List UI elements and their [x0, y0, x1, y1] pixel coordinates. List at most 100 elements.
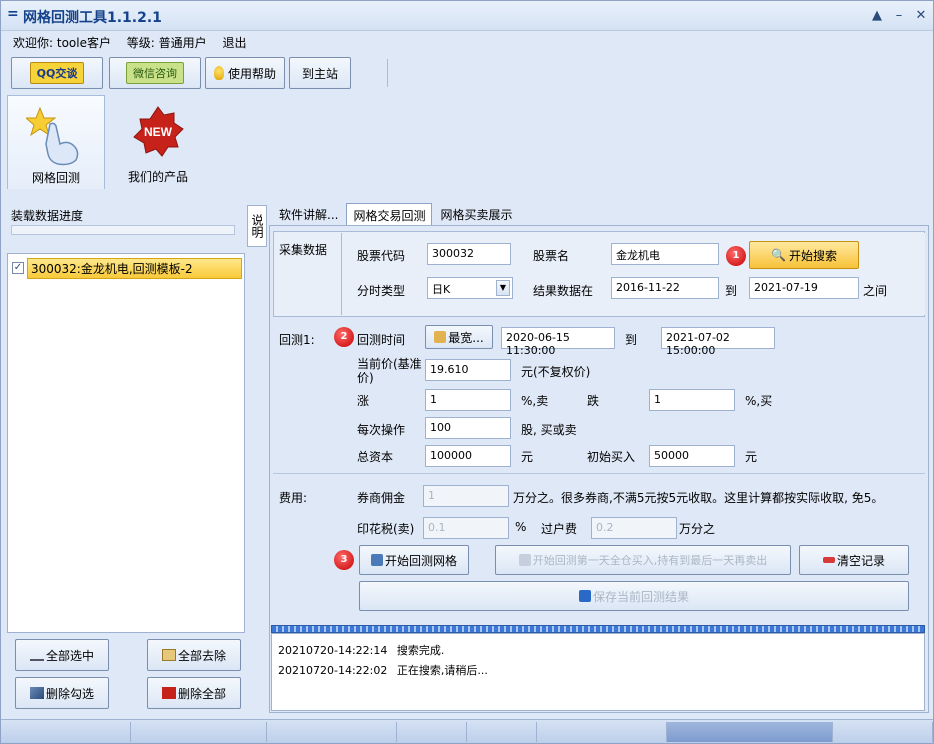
load-progress-bar: [11, 225, 235, 235]
wechat-consult-button[interactable]: 微信咨询: [109, 57, 201, 89]
save-results-button[interactable]: 保存当前回测结果: [359, 581, 909, 611]
collapse-icon[interactable]: ▲: [869, 8, 885, 24]
commission-input[interactable]: 1: [423, 485, 509, 507]
deselect-all-button[interactable]: 全部去除: [147, 639, 241, 671]
stamp-tax-unit: %: [515, 520, 527, 534]
tab-grid-trade-display[interactable]: 网格买卖展示: [434, 203, 518, 225]
list-item[interactable]: ✓ 300032:金龙机电,回测模板-2: [12, 257, 242, 279]
save-results-label: 保存当前回测结果: [592, 589, 689, 604]
status-cell: [833, 722, 933, 742]
commission-note: 万分之。很多券商,不满5元按5元收取。这里计算都按实际收取, 免5。: [513, 491, 884, 505]
window-title: 网格回测工具1.1.2.1: [23, 10, 162, 26]
range-end-input[interactable]: 2021-07-19: [749, 277, 859, 299]
start-backtest-button[interactable]: 开始回测网格: [359, 545, 469, 575]
start-search-button[interactable]: 🔍 开始搜索: [749, 241, 859, 269]
rise-input[interactable]: 1: [425, 389, 511, 411]
transfer-fee-label: 过户费: [541, 522, 578, 536]
help-button[interactable]: 使用帮助: [205, 57, 285, 89]
log-line: 20210720-14:22:02 正在搜索,请稍后...: [278, 662, 488, 678]
calendar-icon: [434, 331, 447, 343]
load-progress-label: 装载数据进度: [11, 209, 84, 223]
hand-pointer-icon: [24, 106, 79, 166]
item-checkbox[interactable]: ✓: [12, 262, 24, 274]
widest-range-button[interactable]: 最宽...: [425, 325, 493, 349]
list-item-label: 300032:金龙机电,回测模板-2: [27, 257, 242, 279]
rise-label: 涨: [357, 394, 370, 408]
qq-chat-button[interactable]: QQ交谈: [11, 57, 103, 89]
period-type-value: 日K: [432, 283, 451, 296]
delete-all-button[interactable]: 删除全部: [147, 677, 241, 709]
tab-software-intro[interactable]: 软件讲解...: [273, 203, 344, 225]
period-type-select[interactable]: 日K ▼: [427, 277, 513, 299]
backtest-end-input[interactable]: 2021-07-02 15:00:00: [661, 327, 775, 357]
log-progress-bar: [271, 625, 925, 633]
status-cell: [267, 722, 397, 742]
camera-icon: [370, 554, 383, 566]
system-menu-icon[interactable]: =: [7, 6, 19, 22]
total-capital-input[interactable]: 100000: [425, 445, 511, 467]
status-cell: [667, 722, 833, 742]
greeting-text: 欢迎你: toole客户: [13, 36, 111, 50]
per-operation-input[interactable]: 100: [425, 417, 511, 439]
status-cell: [397, 722, 467, 742]
total-capital-unit: 元: [521, 450, 534, 464]
user-level: 等级: 普通用户: [126, 36, 207, 50]
close-icon[interactable]: ✕: [913, 8, 929, 24]
log-time: 20210720-14:22:02: [278, 664, 388, 677]
status-bar: [1, 719, 933, 743]
clear-records-button[interactable]: 清空记录: [799, 545, 909, 575]
nav-our-products-label: 我们的产品: [127, 170, 188, 184]
log-text: 正在搜索,请稍后...: [396, 664, 488, 677]
buy-and-hold-label: 开始回测第一天全仓买入,持有到最后一天再卖出: [532, 554, 768, 567]
nav-our-products[interactable]: NEW 我们的产品: [113, 95, 203, 189]
transfer-fee-unit: 万分之: [679, 522, 716, 536]
eraser-icon: [29, 687, 44, 699]
log-time: 20210720-14:22:14: [278, 644, 388, 657]
backtest-start-input[interactable]: 2020-06-15 11:30:00: [501, 327, 615, 357]
log-panel[interactable]: 20210720-14:22:14 搜索完成. 20210720-14:22:0…: [271, 633, 925, 711]
stock-code-input[interactable]: 300032: [427, 243, 511, 265]
stamp-tax-label: 印花税(卖): [357, 522, 415, 536]
delete-checked-button[interactable]: 删除勾选: [15, 677, 109, 709]
clear-records-label: 清空记录: [836, 553, 885, 568]
base-price-unit: 元(不复权价): [521, 365, 591, 379]
stamp-tax-input[interactable]: 0.1: [423, 517, 509, 539]
rise-unit: %,卖: [521, 394, 549, 408]
vertical-tab-help[interactable]: 说明: [247, 205, 267, 247]
logout-link[interactable]: 退出: [222, 36, 246, 50]
transfer-fee-input[interactable]: 0.2: [591, 517, 677, 539]
fall-unit: %,买: [745, 394, 773, 408]
deselect-all-icon: [161, 649, 176, 661]
nav-grid-backtest[interactable]: 网格回测: [7, 95, 105, 189]
status-cell: [467, 722, 537, 742]
select-all-button[interactable]: 全部选中: [15, 639, 109, 671]
backtest-to-label: 到: [625, 333, 638, 347]
backtest-time-label: 回测时间: [357, 333, 406, 347]
fall-input[interactable]: 1: [649, 389, 735, 411]
template-list[interactable]: ✓ 300032:金龙机电,回测模板-2: [7, 253, 245, 633]
floppy-disk-icon: [578, 590, 591, 602]
main-site-button[interactable]: 到主站: [289, 57, 351, 89]
new-badge-text: NEW: [144, 125, 173, 139]
initial-buy-input[interactable]: 50000: [649, 445, 735, 467]
buy-and-hold-button[interactable]: 开始回测第一天全仓买入,持有到最后一天再卖出: [495, 545, 791, 575]
minimize-icon[interactable]: –: [891, 8, 907, 24]
select-all-icon: [29, 649, 44, 661]
collect-group-label: 采集数据: [279, 243, 328, 257]
start-backtest-label: 开始回测网格: [384, 553, 457, 568]
result-range-label: 结果数据在: [533, 284, 594, 298]
range-start-input[interactable]: 2016-11-22: [611, 277, 719, 299]
stock-name-input[interactable]: 金龙机电: [611, 243, 719, 265]
status-cell: [1, 722, 131, 742]
status-cell: [537, 722, 667, 742]
chevron-down-icon[interactable]: ▼: [496, 280, 510, 296]
main-tabs: 软件讲解... 网格交易回测 网格买卖展示: [273, 203, 520, 225]
minus-icon: [822, 557, 835, 563]
select-all-label: 全部选中: [45, 648, 94, 663]
period-type-label: 分时类型: [357, 284, 406, 298]
tab-grid-backtest[interactable]: 网格交易回测: [346, 203, 433, 225]
log-line: 20210720-14:22:14 搜索完成.: [278, 642, 444, 658]
base-price-input[interactable]: 19.610: [425, 359, 511, 381]
help-label: 使用帮助: [227, 66, 276, 81]
per-operation-label: 每次操作: [357, 423, 406, 437]
